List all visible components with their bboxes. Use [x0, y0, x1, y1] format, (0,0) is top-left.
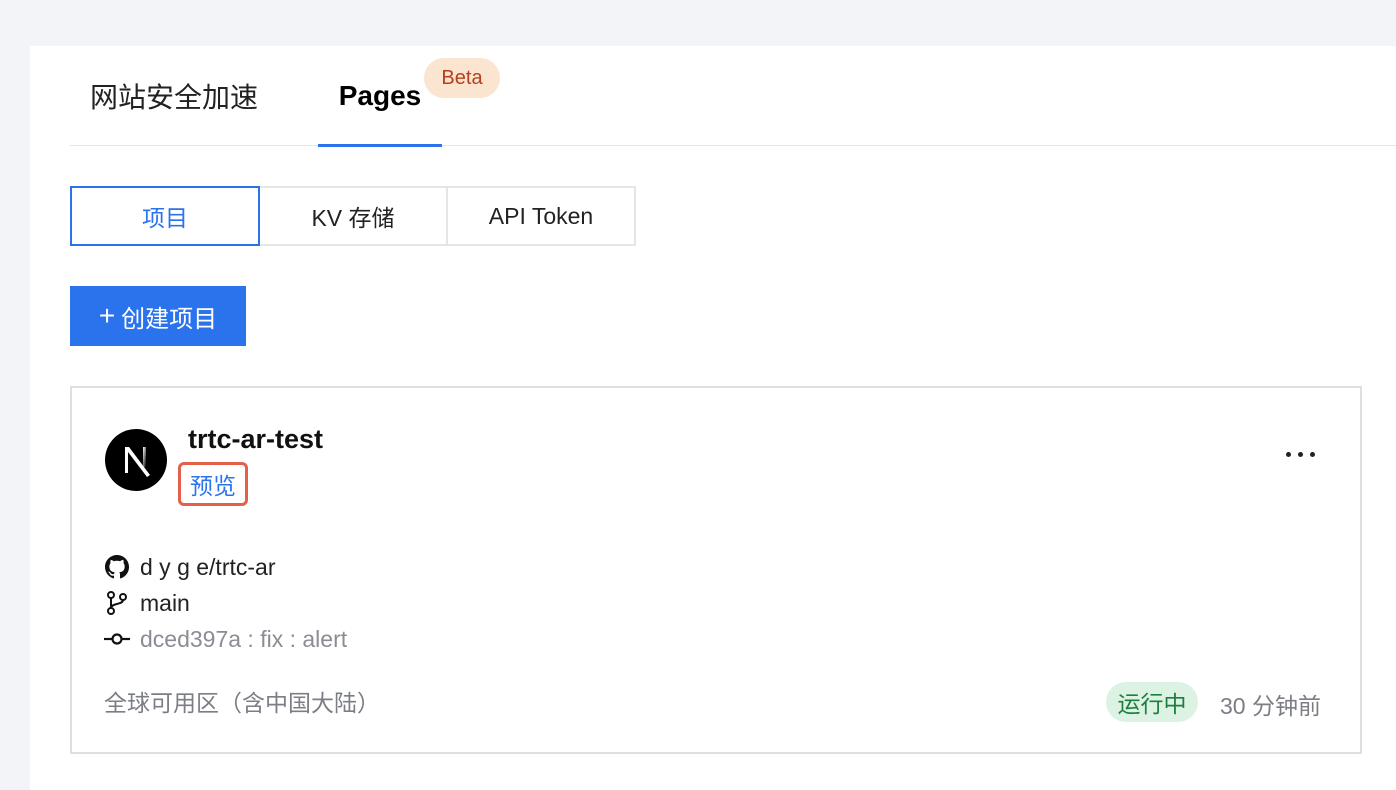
git-branch-icon [104, 590, 130, 616]
tab-website-security[interactable]: 网站安全加速 [70, 46, 278, 146]
tab-pages[interactable]: Pages [318, 46, 442, 147]
branch-row: main [104, 588, 190, 618]
create-project-button[interactable]: + 创建项目 [70, 286, 246, 346]
subtab-api-token[interactable]: API Token [446, 186, 636, 246]
beta-badge: Beta [424, 58, 500, 98]
project-name[interactable]: trtc-ar-test [188, 424, 323, 455]
status-badge: 运行中 [1106, 682, 1198, 722]
subtab-kv-storage[interactable]: KV 存储 [258, 186, 448, 246]
active-tab-indicator [318, 144, 442, 147]
top-tab-bar: 网站安全加速 Pages Beta [70, 46, 1396, 147]
tab-pages-label: Pages [338, 80, 422, 111]
commit-row: dced397a : fix : alert [104, 624, 347, 654]
more-horizontal-icon[interactable] [1280, 446, 1321, 463]
branch-name: main [140, 589, 190, 616]
nextjs-logo-icon [105, 429, 167, 491]
subtab-projects[interactable]: 项目 [70, 186, 260, 246]
project-card[interactable]: trtc-ar-test 预览 d y g e/trtc-ar main dce… [70, 386, 1362, 754]
plus-icon: + [98, 300, 116, 331]
pages-panel: 网站安全加速 Pages Beta 项目 KV 存储 API Token + 创… [30, 46, 1396, 790]
repo-name[interactable]: d y g e/trtc-ar [140, 554, 275, 581]
create-project-label: 创建项目 [121, 305, 218, 333]
git-commit-icon [104, 626, 130, 652]
repo-row: d y g e/trtc-ar [104, 552, 275, 582]
preview-link[interactable]: 预览 [178, 462, 248, 506]
deploy-region: 全球可用区（含中国大陆） [104, 690, 380, 716]
commit-message: dced397a : fix : alert [140, 625, 348, 652]
sub-tab-group: 项目 KV 存储 API Token [70, 186, 636, 246]
updated-time: 30 分钟前 [1220, 693, 1321, 719]
github-icon [104, 554, 130, 580]
